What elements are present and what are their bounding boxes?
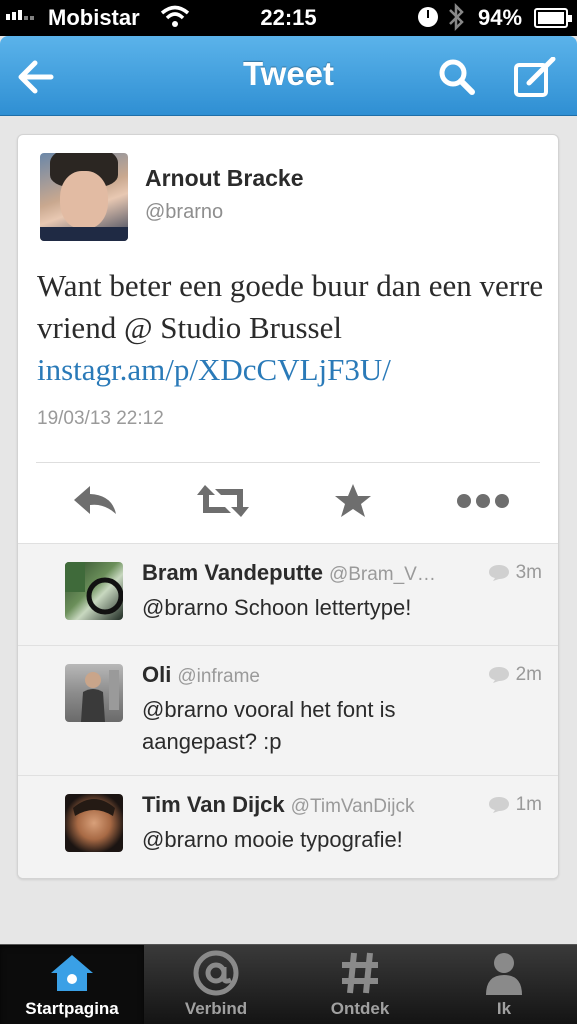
speech-bubble-icon [488,565,509,581]
tab-label: Verbind [184,999,248,1018]
retweet-button[interactable] [188,475,258,527]
avatar[interactable] [65,562,123,620]
avatar[interactable] [65,664,123,722]
avatar[interactable] [65,794,123,852]
favorite-button[interactable] [318,475,388,527]
tab-ik[interactable]: Ik [432,945,577,1024]
person-icon [486,953,522,995]
battery-icon [534,8,572,28]
tab-label: Ik [496,999,512,1018]
reply-author[interactable]: Oli @inframe [142,662,260,688]
tweet-timestamp: 19/03/13 22:12 [37,408,164,429]
star-icon [335,484,371,517]
tab-bar: Startpagina Verbind Ontdek Ik [0,944,577,1024]
reply-age: 3m [515,562,542,583]
reply-handle: @TimVanDijck [290,796,415,817]
list-item[interactable]: Tim Van Dijck @TimVanDijck 1m @brarno moo… [18,776,558,878]
page-title: Tweet [242,55,335,92]
author-avatar[interactable] [40,153,128,241]
status-bar: Mobistar 22:15 94% [0,0,577,36]
tweet-body: Want beter een goede buur dan een verre … [37,268,544,345]
alarm-clock-icon [418,7,438,27]
list-item[interactable]: Oli @inframe 2m @brarno vooral het font i… [18,646,558,776]
speech-bubble-icon [488,797,509,813]
reply-handle: @inframe [177,666,260,687]
back-arrow-icon [18,60,54,94]
ellipsis-icon [457,494,509,508]
tab-label: Startpagina [25,999,119,1018]
reply-text: @brarno vooral het font is aangepast? :p [142,697,396,754]
reply-meta: 1m [488,794,542,816]
retweet-icon [197,485,249,517]
reply-icon [74,486,116,514]
tweet-link[interactable]: instagr.am/p/XDcCVLjF3U/ [37,352,391,387]
tab-verbind[interactable]: Verbind [144,945,288,1024]
reply-meta: 3m [488,562,542,584]
at-icon [193,950,239,996]
home-icon [51,955,93,991]
more-button[interactable] [448,475,518,527]
search-icon [439,59,475,95]
reply-button[interactable] [60,475,130,527]
divider [36,462,540,463]
compose-icon [514,57,556,97]
author-handle[interactable]: @brarno [145,201,223,224]
speech-bubble-icon [488,667,509,683]
tab-label: Ontdek [330,999,390,1018]
back-button[interactable] [12,54,58,100]
reply-meta: 2m [488,664,542,686]
reply-handle: @Bram_V… [328,564,436,585]
author-name[interactable]: Arnout Bracke [145,165,303,192]
reply-author[interactable]: Bram Vandeputte @Bram_V… [142,560,436,586]
list-item[interactable]: Bram Vandeputte @Bram_V… 3m @brarno Schoo… [18,544,558,646]
tweet-card: Arnout Bracke @brarno Want beter een goe… [17,134,559,879]
navigation-bar: Tweet [0,36,577,116]
battery-percentage: 94% [478,5,523,30]
tab-startpagina[interactable]: Startpagina [0,945,144,1024]
reply-age: 2m [515,664,542,685]
reply-text: @brarno Schoon lettertype! [142,595,412,620]
reply-age: 1m [515,794,542,815]
reply-list: Bram Vandeputte @Bram_V… 3m @brarno Schoo… [18,543,558,878]
tab-ontdek[interactable]: Ontdek [288,945,432,1024]
tweet-text: Want beter een goede buur dan een verre … [37,265,547,391]
reply-author[interactable]: Tim Van Dijck @TimVanDijck [142,792,414,818]
reply-text: @brarno mooie typografie! [142,827,403,852]
hash-icon [342,952,378,994]
bluetooth-icon [446,2,466,38]
compose-button[interactable] [512,54,558,100]
search-button[interactable] [434,54,480,100]
